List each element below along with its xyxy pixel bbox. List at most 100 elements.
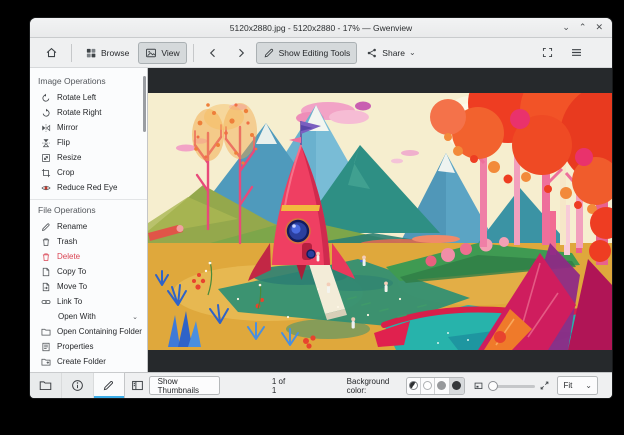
bg-color-neutral-button[interactable] xyxy=(435,377,450,394)
mirror-icon xyxy=(42,123,51,132)
zoom-slider[interactable] xyxy=(488,380,536,391)
rotate-right-icon xyxy=(42,108,50,117)
sidebar-item-rotate-right[interactable]: Rotate Right xyxy=(30,105,147,120)
toolbar-separator xyxy=(71,43,72,62)
item-label: Rotate Right xyxy=(57,108,102,117)
thumbnail-bar-toggle[interactable] xyxy=(131,378,144,394)
browse-icon xyxy=(86,48,96,57)
resize-icon xyxy=(42,153,50,162)
open-with-chevron-icon: ⌄ xyxy=(132,313,138,321)
zoom-out-button[interactable] xyxy=(472,378,485,394)
sidebar-item-create-folder[interactable]: Create Folder xyxy=(30,354,147,369)
zoom-in-icon xyxy=(540,381,549,390)
item-label: Link To xyxy=(57,297,83,306)
bg-color-light-button[interactable] xyxy=(421,377,436,394)
main-toolbar: Browse View Show Editing Tools Share ⌄ xyxy=(30,38,612,68)
white-circle-icon xyxy=(423,381,433,390)
sidebar-item-link-to[interactable]: Link To xyxy=(30,294,147,309)
background-color-group xyxy=(405,376,465,395)
sidebar-item-trash[interactable]: Trash xyxy=(30,234,147,249)
show-editing-tools-button[interactable]: Show Editing Tools xyxy=(255,41,358,64)
move-to-icon xyxy=(42,282,50,291)
item-label: Trash xyxy=(57,237,78,246)
sidebar-item-mirror[interactable]: Mirror xyxy=(30,120,147,135)
pencil-icon xyxy=(264,48,273,57)
zoom-in-button[interactable] xyxy=(538,378,551,394)
sidebar-item-move-to[interactable]: Move To xyxy=(30,279,147,294)
share-button[interactable]: Share ⌄ xyxy=(359,42,422,64)
image-viewer xyxy=(148,68,612,372)
back-button[interactable] xyxy=(200,42,226,64)
section-title: File Operations xyxy=(38,205,96,215)
item-label: Delete xyxy=(57,252,81,261)
folder-icon xyxy=(39,381,52,391)
sidebar-item-rotate-left[interactable]: Rotate Left xyxy=(30,90,147,105)
tab-information[interactable] xyxy=(62,373,94,398)
item-label: Properties xyxy=(57,342,94,351)
minimize-icon[interactable]: ⌄ xyxy=(562,23,570,32)
item-label: Resize xyxy=(57,153,82,162)
forward-button[interactable] xyxy=(228,42,254,64)
item-label: Rotate Left xyxy=(57,93,97,102)
create-folder-icon xyxy=(41,358,51,365)
fullscreen-button[interactable] xyxy=(534,42,561,64)
zoom-slider-thumb[interactable] xyxy=(488,380,499,391)
thumbnails-bar-icon xyxy=(132,380,144,391)
back-icon xyxy=(209,48,215,57)
image-canvas[interactable] xyxy=(148,93,612,350)
sidebar-item-rename[interactable]: Rename xyxy=(30,219,147,234)
sidebar-item-flip[interactable]: Flip xyxy=(30,135,147,150)
item-label: Crop xyxy=(57,168,75,177)
properties-icon xyxy=(42,342,50,351)
combo-chevron-icon: ⌄ xyxy=(585,381,592,390)
zoom-mode-select[interactable]: Fit ⌄ xyxy=(557,376,598,395)
sidebar-item-delete[interactable]: Delete xyxy=(30,249,147,264)
sidebar-scrollbar[interactable] xyxy=(143,76,146,132)
item-label: Rename xyxy=(57,222,88,231)
maximize-icon[interactable]: ⌃ xyxy=(579,23,587,32)
close-icon[interactable]: ✕ xyxy=(595,23,603,32)
sidebar-item-resize[interactable]: Resize xyxy=(30,150,147,165)
bg-color-auto-button[interactable] xyxy=(407,377,422,394)
tab-operations[interactable] xyxy=(93,373,125,398)
item-label: Copy To xyxy=(57,267,87,276)
bg-color-dark-button[interactable] xyxy=(449,377,464,394)
browse-label: Browse xyxy=(101,47,130,58)
forward-icon xyxy=(238,48,244,57)
info-icon xyxy=(71,380,83,391)
share-label: Share xyxy=(382,47,405,58)
zoom-out-icon xyxy=(474,382,483,390)
half-circle-icon xyxy=(408,381,418,390)
item-label: Reduce Red Eye xyxy=(57,183,118,192)
window-title: 5120x2880.jpg - 5120x2880 - 17% — Gwenvi… xyxy=(229,22,413,33)
menu-button[interactable] xyxy=(563,42,590,64)
toolbar-separator xyxy=(192,43,194,62)
delete-icon xyxy=(42,253,50,261)
sidebar-item-crop[interactable]: Crop xyxy=(30,165,147,180)
desktop: 5120x2880.jpg - 5120x2880 - 17% — Gwenvi… xyxy=(0,0,624,435)
item-label: Flip xyxy=(57,138,70,147)
rotate-left-icon xyxy=(42,93,50,102)
home-button[interactable] xyxy=(38,42,65,64)
crop-icon xyxy=(41,168,51,177)
sidebar-tab-bar xyxy=(30,372,126,398)
tab-folders[interactable] xyxy=(30,373,62,398)
show-thumbnails-button[interactable]: Show Thumbnails xyxy=(148,376,220,395)
share-icon xyxy=(368,48,377,57)
sidebar-item-open-with[interactable]: Open With ⌄ xyxy=(30,309,147,324)
zoom-mode-value: Fit xyxy=(563,381,573,390)
sidebar-item-reduce-red-eye[interactable]: Reduce Red Eye xyxy=(30,180,147,195)
sidebar-item-properties[interactable]: Properties xyxy=(30,339,147,354)
pencil-tab-icon xyxy=(104,381,114,391)
show-editing-tools-label: Show Editing Tools xyxy=(278,47,351,58)
titlebar[interactable]: 5120x2880.jpg - 5120x2880 - 17% — Gwenvi… xyxy=(30,18,612,38)
sidebar-item-copy-to[interactable]: Copy To xyxy=(30,264,147,279)
operations-sidebar: Image Operations Rotate Left Rotate Righ… xyxy=(30,68,148,372)
item-label: Open With xyxy=(58,312,96,321)
page-indicator: 1 of 1 xyxy=(271,376,286,395)
browse-button[interactable]: Browse xyxy=(78,42,136,64)
image-view-icon xyxy=(146,48,157,57)
sidebar-item-open-containing-folder[interactable]: Open Containing Folder xyxy=(30,324,147,339)
view-button[interactable]: View xyxy=(138,41,187,64)
view-label: View xyxy=(161,47,180,58)
